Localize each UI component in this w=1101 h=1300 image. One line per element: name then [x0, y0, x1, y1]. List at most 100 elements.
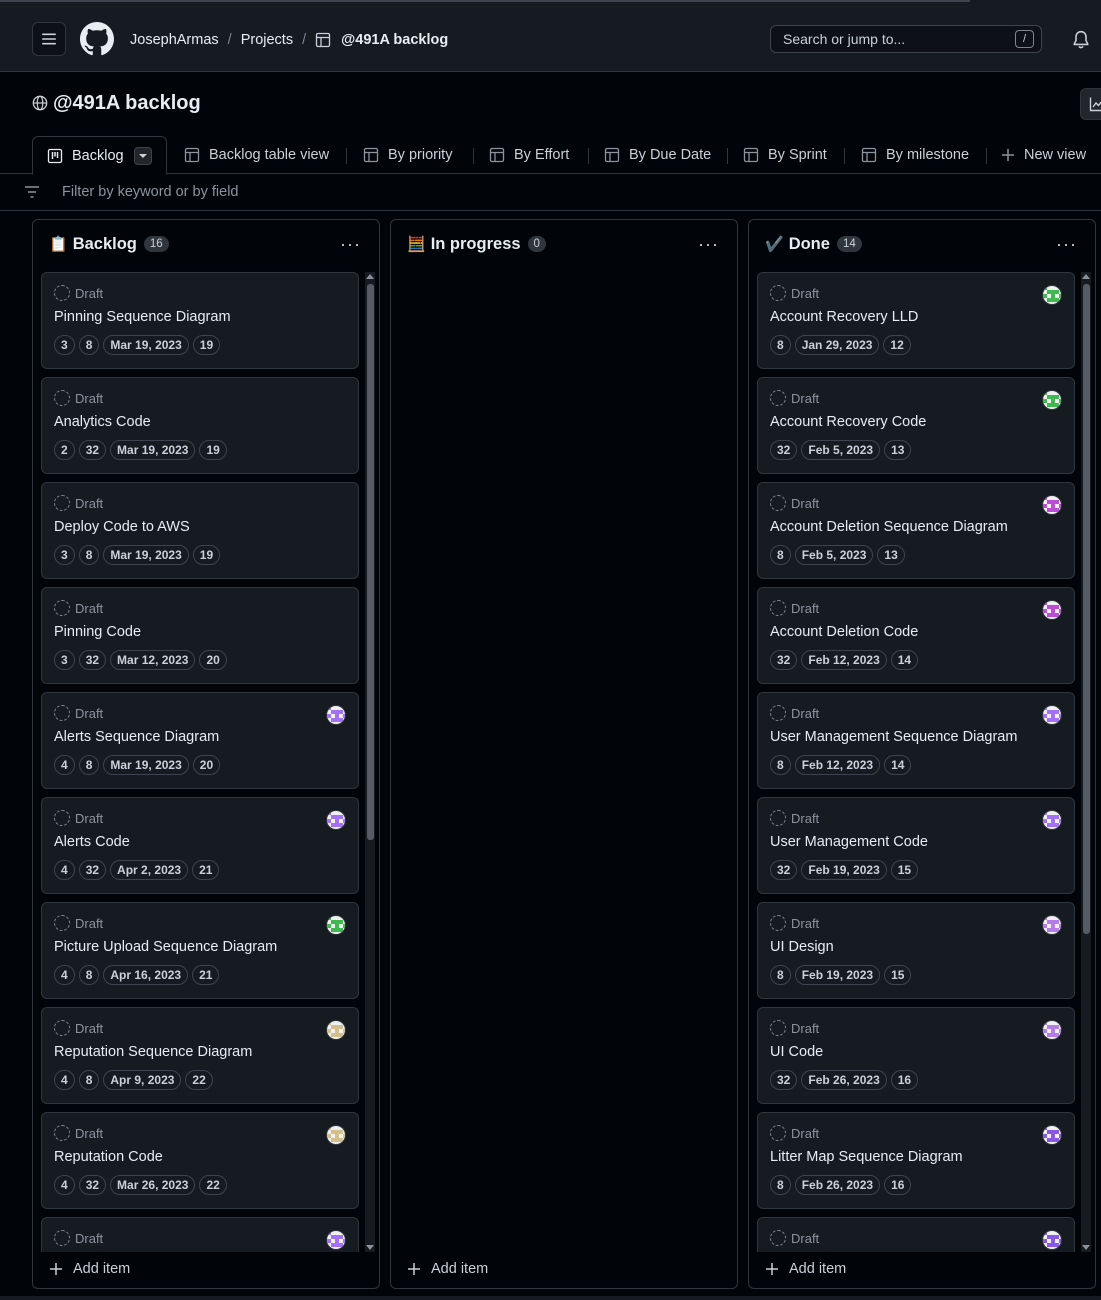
table-icon: [489, 147, 505, 163]
card-field-token: Mar 19, 2023: [103, 335, 189, 355]
tab-by-due-date[interactable]: By Due Date: [604, 136, 711, 174]
identicon-icon: [1043, 1126, 1061, 1144]
avatar[interactable]: [1042, 1230, 1062, 1250]
column-menu-button[interactable]: ···: [340, 234, 361, 255]
card-title[interactable]: User Management Sequence Diagram: [770, 729, 1017, 745]
card[interactable]: Draft Litter Map Sequence Diagram 8 Feb 2…: [757, 1112, 1075, 1209]
avatar[interactable]: [1042, 915, 1062, 935]
card-title[interactable]: Alerts Code: [54, 834, 130, 850]
tab-backlog[interactable]: Backlog: [32, 136, 167, 175]
card[interactable]: Draft Alerts Code 4 32 Apr 2, 2023 21: [41, 797, 359, 894]
avatar[interactable]: [1042, 705, 1062, 725]
card[interactable]: Draft Account Recovery LLD 8 Jan 29, 2023…: [757, 272, 1075, 369]
avatar[interactable]: [1042, 1020, 1062, 1040]
card-title[interactable]: Pinning Sequence Diagram: [54, 309, 231, 325]
avatar[interactable]: [326, 705, 346, 725]
check-mark-icon: ✔️: [765, 236, 784, 253]
tab-by-sprint[interactable]: By Sprint: [743, 136, 827, 174]
scroll-up-arrow-icon[interactable]: [1082, 274, 1090, 279]
card-title[interactable]: Reputation Code: [54, 1149, 163, 1165]
scrollbar-thumb[interactable]: [367, 284, 374, 840]
card-title[interactable]: Alerts Sequence Diagram: [54, 729, 219, 745]
breadcrumb-owner-link[interactable]: JosephArmas: [130, 32, 219, 48]
column-menu-button[interactable]: ···: [1056, 234, 1077, 255]
card[interactable]: Draft: [41, 1217, 359, 1252]
card-title[interactable]: User Management Code: [770, 834, 928, 850]
breadcrumb-projects-link[interactable]: Projects: [241, 32, 293, 48]
card[interactable]: Draft User Management Sequence Diagram 8…: [757, 692, 1075, 789]
tab-by-effort[interactable]: By Effort: [489, 136, 569, 174]
card-field-token: 20: [192, 755, 221, 775]
view-tabs: Backlog Backlog table view By priority B…: [0, 136, 1101, 175]
search-input[interactable]: Search or jump to... /: [770, 25, 1042, 53]
scroll-down-arrow-icon[interactable]: [366, 1245, 374, 1250]
avatar[interactable]: [326, 915, 346, 935]
card[interactable]: Draft Reputation Code 4 32 Mar 26, 2023 22: [41, 1112, 359, 1209]
card-title[interactable]: Litter Map Sequence Diagram: [770, 1149, 963, 1165]
card-title[interactable]: Pinning Code: [54, 624, 141, 640]
card-title[interactable]: Account Recovery LLD: [770, 309, 918, 325]
card-title[interactable]: UI Code: [770, 1044, 823, 1060]
card-status: Draft: [54, 1230, 103, 1246]
card[interactable]: Draft Reputation Sequence Diagram 4 8 Apr …: [41, 1007, 359, 1104]
card-title[interactable]: Deploy Code to AWS: [54, 519, 190, 535]
horizontal-scrollbar[interactable]: [0, 1296, 1101, 1300]
card[interactable]: Draft Account Deletion Sequence Diagram …: [757, 482, 1075, 579]
card-title[interactable]: Picture Upload Sequence Diagram: [54, 939, 277, 955]
column-menu-button[interactable]: ···: [698, 234, 719, 255]
card[interactable]: Draft UI Code 32 Feb 26, 2023 16: [757, 1007, 1075, 1104]
avatar[interactable]: [326, 1020, 346, 1040]
scrollbar-thumb[interactable]: [1083, 284, 1090, 934]
card-field-token: 32: [770, 860, 798, 880]
card[interactable]: Draft Account Recovery Code 32 Feb 5, 202…: [757, 377, 1075, 474]
filter-bar[interactable]: Filter by keyword or by field: [0, 175, 1101, 211]
card[interactable]: Draft User Management Code 32 Feb 19, 202…: [757, 797, 1075, 894]
scrollbar[interactable]: [365, 272, 375, 1252]
avatar[interactable]: [326, 1125, 346, 1145]
card-status: Draft: [770, 915, 819, 931]
card[interactable]: Draft UI Design 8 Feb 19, 2023 15: [757, 902, 1075, 999]
insights-button[interactable]: [1080, 88, 1101, 120]
card-title[interactable]: Account Deletion Code: [770, 624, 918, 640]
card-title[interactable]: Account Recovery Code: [770, 414, 926, 430]
new-view-button[interactable]: New view: [1001, 136, 1086, 174]
tab-by-priority[interactable]: By priority: [363, 136, 452, 174]
card[interactable]: Draft Account Deletion Code 32 Feb 12, 20…: [757, 587, 1075, 684]
avatar[interactable]: [1042, 600, 1062, 620]
card-title[interactable]: Account Deletion Sequence Diagram: [770, 519, 1008, 535]
breadcrumb-project-link[interactable]: @491A backlog: [341, 32, 448, 48]
identicon-icon: [327, 1231, 345, 1249]
scrollbar[interactable]: [1081, 272, 1091, 1252]
card[interactable]: Draft Pinning Sequence Diagram 3 8 Mar 19,…: [41, 272, 359, 369]
scroll-down-arrow-icon[interactable]: [1082, 1245, 1090, 1250]
tab-backlog-table-view[interactable]: Backlog table view: [184, 136, 329, 174]
avatar[interactable]: [1042, 810, 1062, 830]
card-title[interactable]: Analytics Code: [54, 414, 151, 430]
menu-button[interactable]: [32, 22, 66, 56]
card[interactable]: Draft Analytics Code 2 32 Mar 19, 2023 19: [41, 377, 359, 474]
filter-input[interactable]: Filter by keyword or by field: [62, 184, 238, 200]
tab-by-milestone[interactable]: By milestone: [861, 136, 969, 174]
avatar[interactable]: [326, 1230, 346, 1250]
tab-options-button[interactable]: [133, 146, 152, 165]
add-item-button[interactable]: Add item: [765, 1258, 846, 1280]
card[interactable]: Draft Pinning Code 3 32 Mar 12, 2023 20: [41, 587, 359, 684]
avatar[interactable]: [1042, 1125, 1062, 1145]
avatar[interactable]: [1042, 285, 1062, 305]
add-item-button[interactable]: Add item: [49, 1258, 130, 1280]
github-logo-icon[interactable]: [80, 22, 114, 56]
add-item-button[interactable]: Add item: [407, 1258, 488, 1280]
card-status: Draft: [54, 810, 103, 826]
card-title[interactable]: Reputation Sequence Diagram: [54, 1044, 252, 1060]
tab-divider: [346, 148, 347, 164]
card[interactable]: Draft Alerts Sequence Diagram 4 8 Mar 19, …: [41, 692, 359, 789]
card[interactable]: Draft Deploy Code to AWS 3 8 Mar 19, 2023 1…: [41, 482, 359, 579]
bell-icon[interactable]: [1072, 30, 1090, 50]
avatar[interactable]: [1042, 390, 1062, 410]
card[interactable]: Draft Picture Upload Sequence Diagram 48…: [41, 902, 359, 999]
avatar[interactable]: [1042, 495, 1062, 515]
scroll-up-arrow-icon[interactable]: [366, 274, 374, 279]
card[interactable]: Draft: [757, 1217, 1075, 1252]
card-title[interactable]: UI Design: [770, 939, 834, 955]
avatar[interactable]: [326, 810, 346, 830]
